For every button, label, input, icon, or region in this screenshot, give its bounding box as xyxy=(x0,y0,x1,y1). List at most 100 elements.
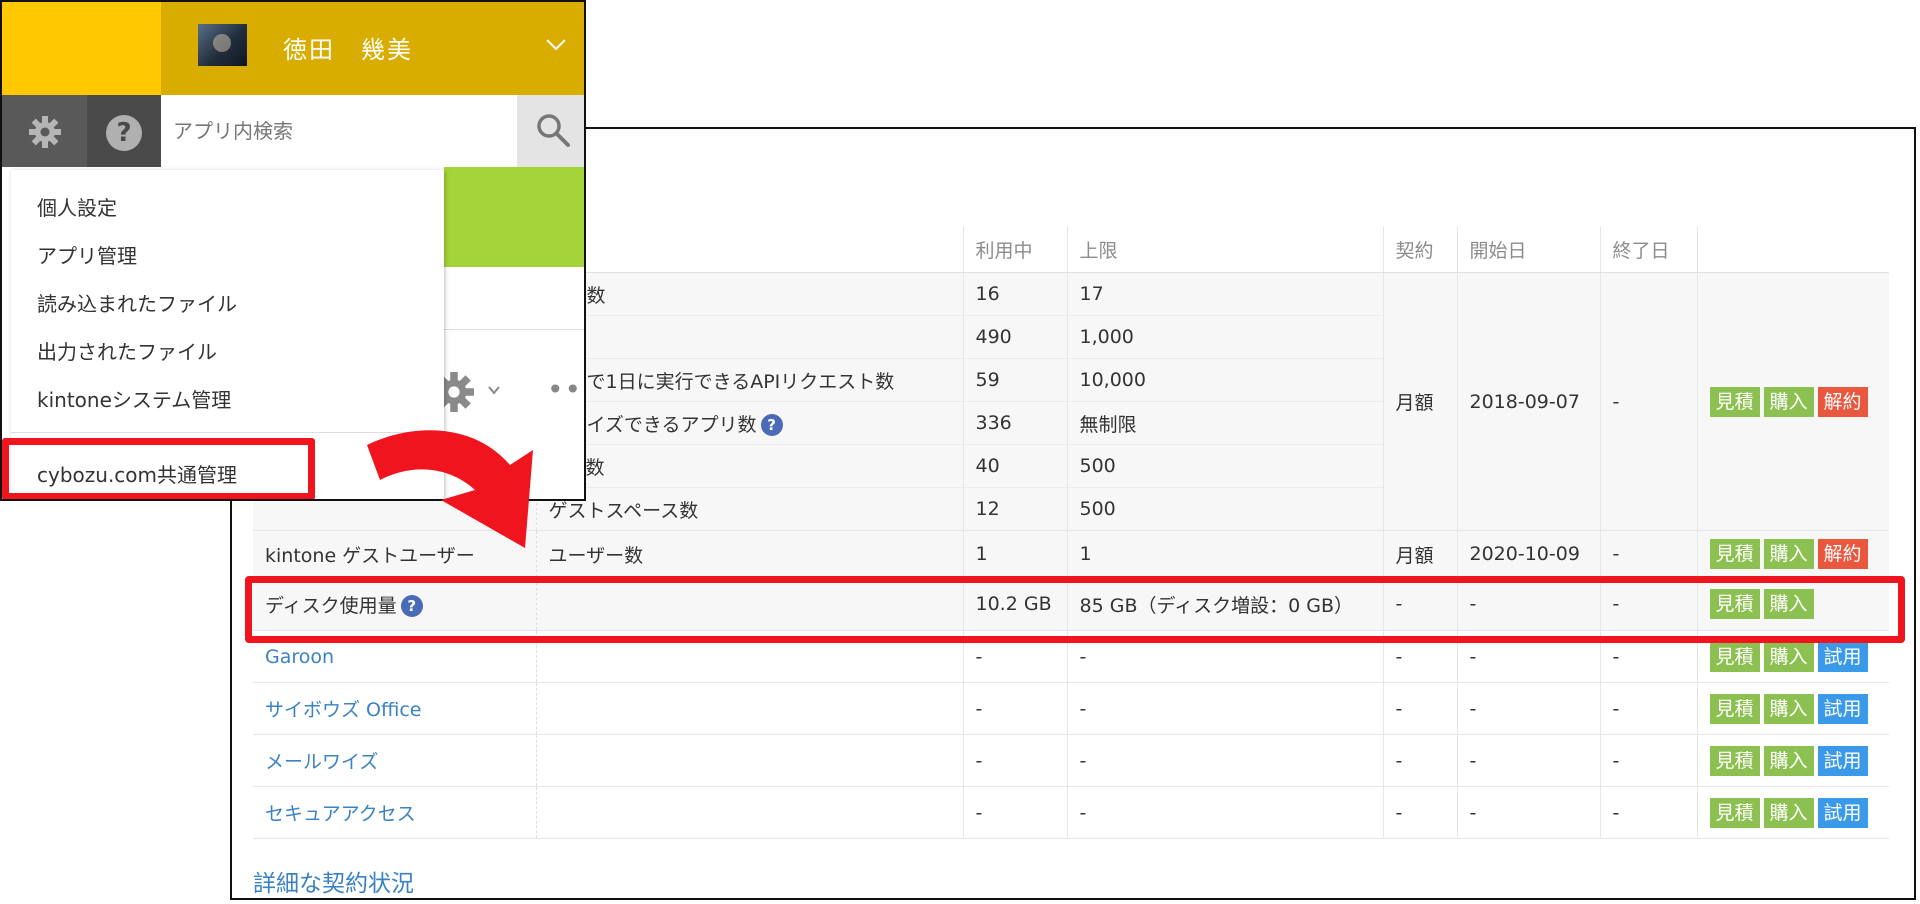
end-date: - xyxy=(1599,786,1697,839)
user-name: 徳田 幾美 xyxy=(283,36,413,64)
detailed-contract-link[interactable]: 詳細な契約状況 xyxy=(253,864,414,898)
item-label: ユーザー数 xyxy=(535,530,963,578)
estimate-button[interactable]: 見積 xyxy=(1709,745,1760,776)
col-end-date: 終了日 xyxy=(1599,227,1697,273)
action-buttons: 見積 購入 試用 xyxy=(1696,734,1889,787)
action-buttons: 見積 購入 試用 xyxy=(1696,682,1889,735)
start-date: 2020-10-09 xyxy=(1456,530,1600,578)
start-date: - xyxy=(1456,682,1600,735)
highlight-cybozu-menu-item xyxy=(2,438,315,499)
estimate-button[interactable]: 見積 xyxy=(1709,386,1760,417)
estimate-button[interactable]: 見積 xyxy=(1709,539,1760,569)
used-value: 40 xyxy=(962,444,1067,488)
start-date: - xyxy=(1456,786,1600,839)
used-value: 12 xyxy=(962,487,1067,531)
col-limit: 上限 xyxy=(1066,227,1383,273)
product-link-secure-access[interactable]: セキュアアクセス xyxy=(265,803,416,825)
used-value: - xyxy=(962,682,1067,735)
used-value: - xyxy=(962,734,1067,787)
action-buttons: 見積 購入 解約 xyxy=(1696,530,1889,578)
purchase-button[interactable]: 購入 xyxy=(1763,797,1814,828)
header-brand-area xyxy=(2,2,161,95)
settings-button[interactable] xyxy=(2,95,87,167)
chevron-down-icon xyxy=(488,386,500,395)
purchase-button[interactable]: 購入 xyxy=(1763,386,1814,417)
question-icon: ? xyxy=(106,115,142,151)
limit-value: - xyxy=(1066,734,1383,787)
action-buttons: 見積 購入 解約 xyxy=(1696,272,1889,531)
ellipsis-icon[interactable]: ••• xyxy=(547,376,584,404)
used-value: 490 xyxy=(962,315,1067,359)
start-date: 2018-09-07 xyxy=(1456,272,1600,531)
item-label: リ数 xyxy=(535,315,963,359)
gear-icon xyxy=(29,116,61,148)
menu-item-imported-files[interactable]: 読み込まれたファイル xyxy=(37,288,237,317)
used-value: 16 xyxy=(962,272,1067,316)
end-date: - xyxy=(1599,272,1697,531)
product-link-mailwise[interactable]: メールワイズ xyxy=(265,751,378,773)
chevron-down-icon xyxy=(546,39,566,51)
limit-value: 10,000 xyxy=(1066,358,1383,402)
user-menu[interactable]: 徳田 幾美 xyxy=(161,2,584,95)
app-header-bar xyxy=(444,167,584,267)
end-date: - xyxy=(1599,734,1697,787)
product-link-garoon[interactable]: Garoon xyxy=(265,646,334,668)
estimate-button[interactable]: 見積 xyxy=(1709,641,1760,672)
app-search-input[interactable] xyxy=(161,95,517,167)
help-icon[interactable]: ? xyxy=(760,414,783,436)
search-icon xyxy=(537,114,570,147)
item-label: ザー数 xyxy=(535,272,963,316)
limit-value: 1,000 xyxy=(1066,315,1383,359)
menu-item-personal-settings[interactable]: 個人設定 xyxy=(37,192,117,221)
trial-button[interactable]: 試用 xyxy=(1817,745,1868,776)
limit-value: 17 xyxy=(1066,272,1383,316)
menu-item-kintone-system-admin[interactable]: kintoneシステム管理 xyxy=(37,384,231,413)
avatar xyxy=(198,24,247,66)
limit-value: 1 xyxy=(1066,530,1383,578)
limit-value: 500 xyxy=(1066,444,1383,488)
menu-item-exported-files[interactable]: 出力されたファイル xyxy=(37,336,217,365)
table-row: サイボウズ Office - - - - - 見積 購入 試用 xyxy=(253,682,1889,735)
limit-value: 500 xyxy=(1066,487,1383,531)
end-date: - xyxy=(1599,530,1697,578)
used-value: 59 xyxy=(962,358,1067,402)
callout-arrow xyxy=(367,430,533,548)
contract-type: - xyxy=(1382,682,1457,735)
end-date: - xyxy=(1599,682,1697,735)
table-row: セキュアアクセス - - - - - 見積 購入 試用 xyxy=(253,786,1889,839)
item-label: ース数 xyxy=(535,444,963,488)
estimate-button[interactable]: 見積 xyxy=(1709,693,1760,724)
item-label: ゲストスペース数 xyxy=(535,487,963,531)
highlight-disk-row xyxy=(245,576,1905,643)
estimate-button[interactable]: 見積 xyxy=(1709,797,1760,828)
item-label: プリで1日に実行できるAPIリクエスト数 xyxy=(535,358,963,402)
cancel-button[interactable]: 解約 xyxy=(1817,386,1868,417)
purchase-button[interactable]: 購入 xyxy=(1763,745,1814,776)
product-link-office[interactable]: サイボウズ Office xyxy=(265,699,422,721)
col-used: 利用中 xyxy=(962,227,1067,273)
action-buttons: 見積 購入 試用 xyxy=(1696,786,1889,839)
contract-type: 月額 xyxy=(1382,272,1457,531)
trial-button[interactable]: 試用 xyxy=(1817,797,1868,828)
start-date: - xyxy=(1456,734,1600,787)
limit-value: - xyxy=(1066,682,1383,735)
col-start-date: 開始日 xyxy=(1456,227,1600,273)
contract-type: - xyxy=(1382,786,1457,839)
item-label: タマイズできるアプリ数? xyxy=(535,401,963,445)
app-subheader xyxy=(444,267,584,330)
used-value: 336 xyxy=(962,401,1067,445)
limit-value: 無制限 xyxy=(1066,401,1383,445)
purchase-button[interactable]: 購入 xyxy=(1763,539,1814,569)
search-button[interactable] xyxy=(517,95,584,167)
contract-type: - xyxy=(1382,734,1457,787)
used-value: 1 xyxy=(962,530,1067,578)
purchase-button[interactable]: 購入 xyxy=(1763,693,1814,724)
trial-button[interactable]: 試用 xyxy=(1817,641,1868,672)
cancel-button[interactable]: 解約 xyxy=(1817,539,1868,569)
purchase-button[interactable]: 購入 xyxy=(1763,641,1814,672)
limit-value: - xyxy=(1066,786,1383,839)
used-value: - xyxy=(962,786,1067,839)
menu-item-app-management[interactable]: アプリ管理 xyxy=(37,240,137,269)
help-button[interactable]: ? xyxy=(87,95,161,167)
trial-button[interactable]: 試用 xyxy=(1817,693,1868,724)
